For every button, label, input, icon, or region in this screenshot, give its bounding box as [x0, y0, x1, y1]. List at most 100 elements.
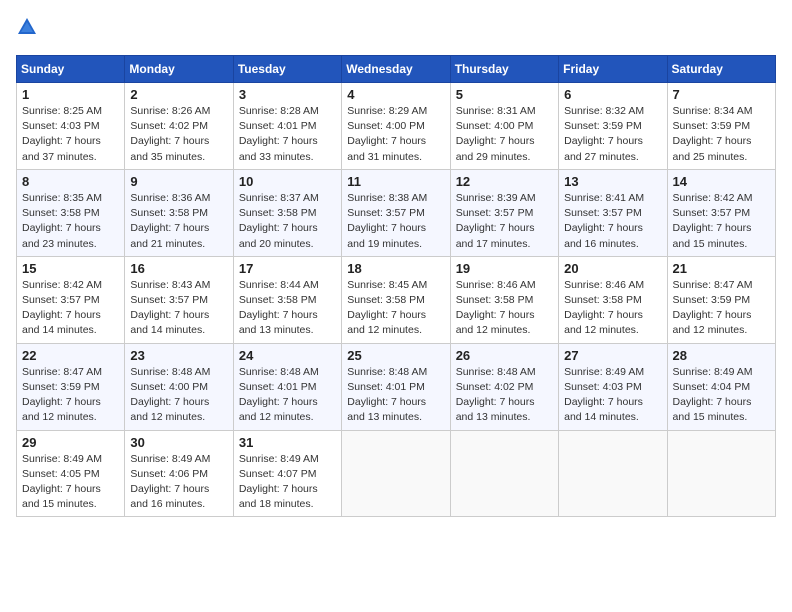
- day-number: 29: [22, 435, 119, 450]
- day-info: Sunrise: 8:26 AM Sunset: 4:02 PM Dayligh…: [130, 104, 227, 165]
- day-number: 24: [239, 348, 336, 363]
- day-info: Sunrise: 8:49 AM Sunset: 4:07 PM Dayligh…: [239, 452, 336, 513]
- day-info: Sunrise: 8:35 AM Sunset: 3:58 PM Dayligh…: [22, 191, 119, 252]
- calendar-cell: 18 Sunrise: 8:45 AM Sunset: 3:58 PM Dayl…: [342, 256, 450, 343]
- day-number: 9: [130, 174, 227, 189]
- col-header-sunday: Sunday: [17, 56, 125, 83]
- day-info: Sunrise: 8:47 AM Sunset: 3:59 PM Dayligh…: [673, 278, 770, 339]
- calendar-table: SundayMondayTuesdayWednesdayThursdayFrid…: [16, 55, 776, 517]
- day-info: Sunrise: 8:43 AM Sunset: 3:57 PM Dayligh…: [130, 278, 227, 339]
- day-number: 20: [564, 261, 661, 276]
- calendar-cell: 30 Sunrise: 8:49 AM Sunset: 4:06 PM Dayl…: [125, 430, 233, 517]
- day-number: 12: [456, 174, 553, 189]
- day-number: 17: [239, 261, 336, 276]
- calendar-cell: [450, 430, 558, 517]
- calendar-cell: 1 Sunrise: 8:25 AM Sunset: 4:03 PM Dayli…: [17, 83, 125, 170]
- calendar-cell: 25 Sunrise: 8:48 AM Sunset: 4:01 PM Dayl…: [342, 343, 450, 430]
- col-header-saturday: Saturday: [667, 56, 775, 83]
- col-header-monday: Monday: [125, 56, 233, 83]
- calendar-cell: 28 Sunrise: 8:49 AM Sunset: 4:04 PM Dayl…: [667, 343, 775, 430]
- calendar-cell: 4 Sunrise: 8:29 AM Sunset: 4:00 PM Dayli…: [342, 83, 450, 170]
- day-info: Sunrise: 8:32 AM Sunset: 3:59 PM Dayligh…: [564, 104, 661, 165]
- calendar-cell: 16 Sunrise: 8:43 AM Sunset: 3:57 PM Dayl…: [125, 256, 233, 343]
- day-info: Sunrise: 8:29 AM Sunset: 4:00 PM Dayligh…: [347, 104, 444, 165]
- calendar-cell: 14 Sunrise: 8:42 AM Sunset: 3:57 PM Dayl…: [667, 169, 775, 256]
- calendar-cell: 11 Sunrise: 8:38 AM Sunset: 3:57 PM Dayl…: [342, 169, 450, 256]
- day-info: Sunrise: 8:28 AM Sunset: 4:01 PM Dayligh…: [239, 104, 336, 165]
- day-info: Sunrise: 8:36 AM Sunset: 3:58 PM Dayligh…: [130, 191, 227, 252]
- day-info: Sunrise: 8:38 AM Sunset: 3:57 PM Dayligh…: [347, 191, 444, 252]
- calendar-cell: 31 Sunrise: 8:49 AM Sunset: 4:07 PM Dayl…: [233, 430, 341, 517]
- day-info: Sunrise: 8:44 AM Sunset: 3:58 PM Dayligh…: [239, 278, 336, 339]
- day-number: 2: [130, 87, 227, 102]
- calendar-cell: 27 Sunrise: 8:49 AM Sunset: 4:03 PM Dayl…: [559, 343, 667, 430]
- logo-icon: [16, 16, 38, 43]
- calendar-cell: 5 Sunrise: 8:31 AM Sunset: 4:00 PM Dayli…: [450, 83, 558, 170]
- day-info: Sunrise: 8:49 AM Sunset: 4:06 PM Dayligh…: [130, 452, 227, 513]
- day-number: 19: [456, 261, 553, 276]
- page-header: [16, 16, 776, 43]
- day-info: Sunrise: 8:48 AM Sunset: 4:00 PM Dayligh…: [130, 365, 227, 426]
- calendar-cell: [342, 430, 450, 517]
- day-info: Sunrise: 8:49 AM Sunset: 4:03 PM Dayligh…: [564, 365, 661, 426]
- day-number: 11: [347, 174, 444, 189]
- day-info: Sunrise: 8:37 AM Sunset: 3:58 PM Dayligh…: [239, 191, 336, 252]
- calendar-cell: 3 Sunrise: 8:28 AM Sunset: 4:01 PM Dayli…: [233, 83, 341, 170]
- calendar-cell: 9 Sunrise: 8:36 AM Sunset: 3:58 PM Dayli…: [125, 169, 233, 256]
- col-header-wednesday: Wednesday: [342, 56, 450, 83]
- day-number: 26: [456, 348, 553, 363]
- day-number: 7: [673, 87, 770, 102]
- col-header-friday: Friday: [559, 56, 667, 83]
- calendar-cell: 24 Sunrise: 8:48 AM Sunset: 4:01 PM Dayl…: [233, 343, 341, 430]
- col-header-thursday: Thursday: [450, 56, 558, 83]
- calendar-cell: 23 Sunrise: 8:48 AM Sunset: 4:00 PM Dayl…: [125, 343, 233, 430]
- day-number: 16: [130, 261, 227, 276]
- day-info: Sunrise: 8:48 AM Sunset: 4:01 PM Dayligh…: [347, 365, 444, 426]
- day-number: 13: [564, 174, 661, 189]
- day-number: 23: [130, 348, 227, 363]
- calendar-cell: 29 Sunrise: 8:49 AM Sunset: 4:05 PM Dayl…: [17, 430, 125, 517]
- day-info: Sunrise: 8:47 AM Sunset: 3:59 PM Dayligh…: [22, 365, 119, 426]
- day-number: 15: [22, 261, 119, 276]
- calendar-cell: 20 Sunrise: 8:46 AM Sunset: 3:58 PM Dayl…: [559, 256, 667, 343]
- calendar-cell: 15 Sunrise: 8:42 AM Sunset: 3:57 PM Dayl…: [17, 256, 125, 343]
- calendar-cell: 17 Sunrise: 8:44 AM Sunset: 3:58 PM Dayl…: [233, 256, 341, 343]
- calendar-cell: 2 Sunrise: 8:26 AM Sunset: 4:02 PM Dayli…: [125, 83, 233, 170]
- day-number: 31: [239, 435, 336, 450]
- logo: [16, 16, 42, 43]
- day-number: 25: [347, 348, 444, 363]
- day-number: 28: [673, 348, 770, 363]
- calendar-cell: 7 Sunrise: 8:34 AM Sunset: 3:59 PM Dayli…: [667, 83, 775, 170]
- day-number: 30: [130, 435, 227, 450]
- day-info: Sunrise: 8:25 AM Sunset: 4:03 PM Dayligh…: [22, 104, 119, 165]
- day-number: 22: [22, 348, 119, 363]
- day-number: 10: [239, 174, 336, 189]
- day-number: 6: [564, 87, 661, 102]
- day-info: Sunrise: 8:42 AM Sunset: 3:57 PM Dayligh…: [22, 278, 119, 339]
- day-number: 21: [673, 261, 770, 276]
- calendar-cell: 6 Sunrise: 8:32 AM Sunset: 3:59 PM Dayli…: [559, 83, 667, 170]
- calendar-cell: 22 Sunrise: 8:47 AM Sunset: 3:59 PM Dayl…: [17, 343, 125, 430]
- calendar-cell: [667, 430, 775, 517]
- day-number: 5: [456, 87, 553, 102]
- day-info: Sunrise: 8:49 AM Sunset: 4:05 PM Dayligh…: [22, 452, 119, 513]
- day-info: Sunrise: 8:45 AM Sunset: 3:58 PM Dayligh…: [347, 278, 444, 339]
- day-info: Sunrise: 8:42 AM Sunset: 3:57 PM Dayligh…: [673, 191, 770, 252]
- day-info: Sunrise: 8:34 AM Sunset: 3:59 PM Dayligh…: [673, 104, 770, 165]
- calendar-cell: 19 Sunrise: 8:46 AM Sunset: 3:58 PM Dayl…: [450, 256, 558, 343]
- day-info: Sunrise: 8:48 AM Sunset: 4:02 PM Dayligh…: [456, 365, 553, 426]
- calendar-cell: [559, 430, 667, 517]
- day-info: Sunrise: 8:41 AM Sunset: 3:57 PM Dayligh…: [564, 191, 661, 252]
- day-info: Sunrise: 8:48 AM Sunset: 4:01 PM Dayligh…: [239, 365, 336, 426]
- calendar-cell: 26 Sunrise: 8:48 AM Sunset: 4:02 PM Dayl…: [450, 343, 558, 430]
- day-number: 1: [22, 87, 119, 102]
- day-info: Sunrise: 8:46 AM Sunset: 3:58 PM Dayligh…: [564, 278, 661, 339]
- day-number: 4: [347, 87, 444, 102]
- calendar-cell: 21 Sunrise: 8:47 AM Sunset: 3:59 PM Dayl…: [667, 256, 775, 343]
- calendar-cell: 10 Sunrise: 8:37 AM Sunset: 3:58 PM Dayl…: [233, 169, 341, 256]
- day-number: 27: [564, 348, 661, 363]
- day-number: 14: [673, 174, 770, 189]
- day-number: 8: [22, 174, 119, 189]
- calendar-cell: 8 Sunrise: 8:35 AM Sunset: 3:58 PM Dayli…: [17, 169, 125, 256]
- day-info: Sunrise: 8:49 AM Sunset: 4:04 PM Dayligh…: [673, 365, 770, 426]
